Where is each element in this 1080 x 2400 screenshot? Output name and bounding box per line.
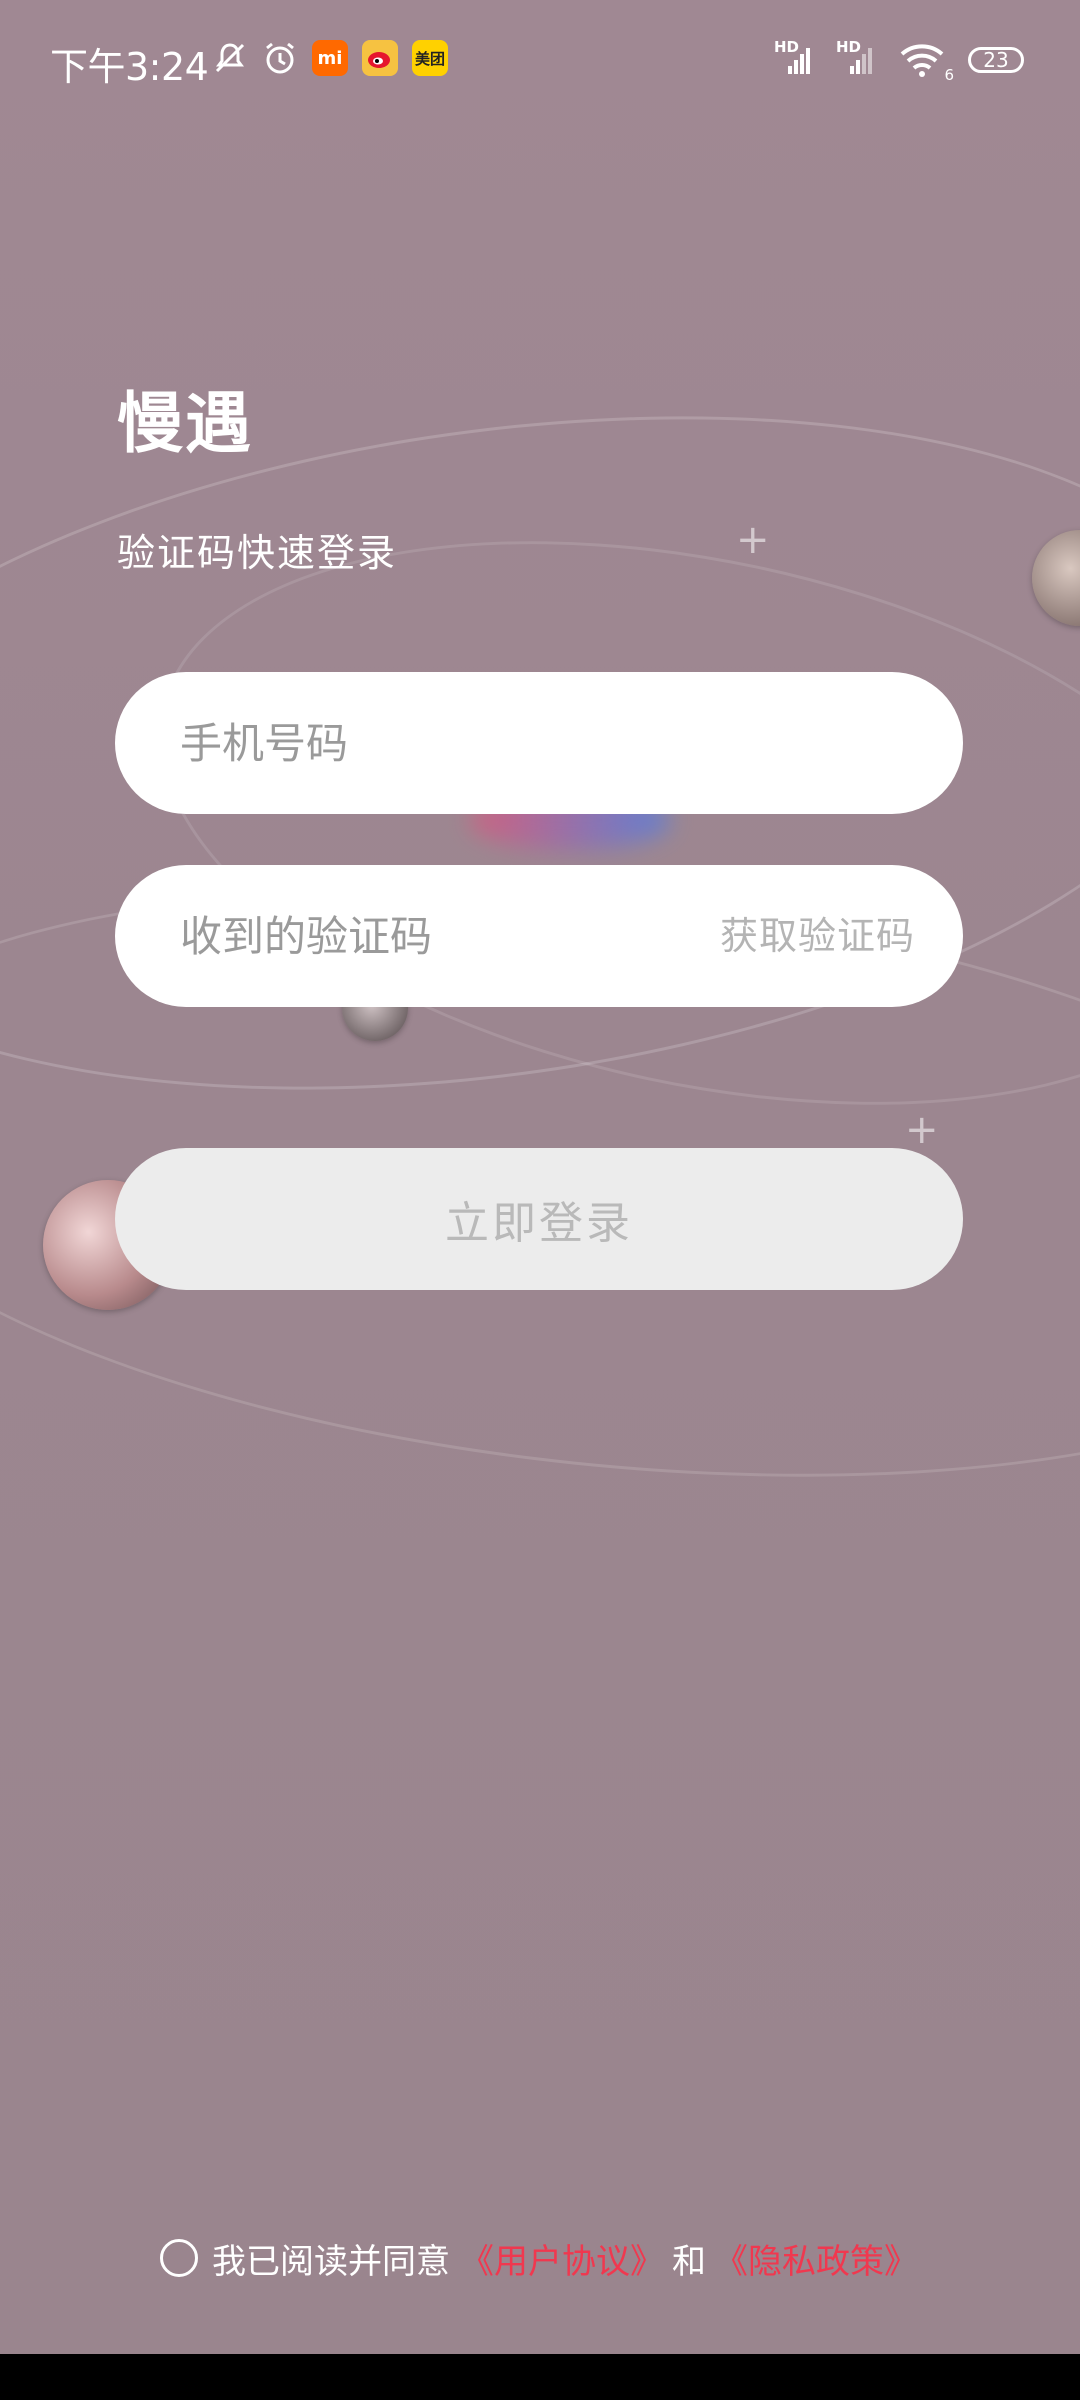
agreement-and-text: 和 xyxy=(672,2241,706,2282)
notification-icons: mi 美团 xyxy=(212,40,448,76)
status-bar: 下午3:24 mi 美团 HD HD 6 23 xyxy=(0,0,1080,124)
sparkle-icon: + xyxy=(905,1107,939,1153)
alarm-icon xyxy=(262,40,298,76)
login-screen: + + 下午3:24 mi 美团 HD HD 6 23 慢遇 验证码快速登录 手… xyxy=(0,0,1080,2354)
login-subtitle: 验证码快速登录 xyxy=(117,531,398,575)
user-agreement-link[interactable]: 《用户协议》 xyxy=(460,2234,664,2283)
signal-icon: HD xyxy=(836,38,876,78)
agreement-checkbox[interactable] xyxy=(160,2239,198,2277)
privacy-policy-link[interactable]: 《隐私政策》 xyxy=(714,2234,918,2283)
navigation-bar xyxy=(0,2354,1080,2400)
weibo-icon xyxy=(362,40,398,76)
system-icons: HD HD 6 23 xyxy=(774,38,1024,84)
signal-icon: HD xyxy=(774,38,814,78)
login-button[interactable]: 立即登录 xyxy=(115,1148,963,1290)
verification-code-field[interactable]: 获取验证码 xyxy=(115,865,963,1007)
mute-icon xyxy=(212,40,248,76)
agreement-row: 我已阅读并同意 《用户协议》 和 《隐私政策》 xyxy=(160,2234,918,2282)
verification-code-input[interactable] xyxy=(180,865,660,1007)
meituan-icon: 美团 xyxy=(412,40,448,76)
agreement-text: 我已阅读并同意 xyxy=(212,2241,450,2282)
sparkle-icon: + xyxy=(736,517,770,563)
get-code-button[interactable]: 获取验证码 xyxy=(720,865,915,1007)
wifi-icon: 6 xyxy=(898,42,954,84)
phone-field[interactable] xyxy=(115,672,963,814)
xiaomi-mi-icon: mi xyxy=(312,40,348,76)
phone-input[interactable] xyxy=(180,672,900,814)
battery-icon: 23 xyxy=(968,47,1024,73)
avatar-bubble xyxy=(1032,530,1080,626)
app-title: 慢遇 xyxy=(117,385,253,462)
status-time: 下午3:24 xyxy=(50,45,209,89)
